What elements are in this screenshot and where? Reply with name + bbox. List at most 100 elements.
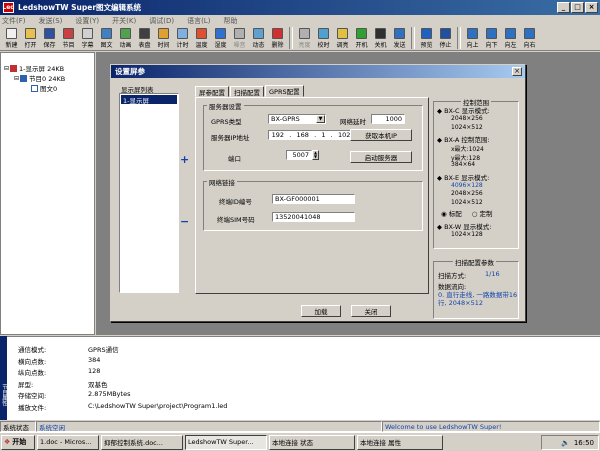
toolbar-button-28[interactable]: 向左: [501, 27, 520, 50]
get-local-ip-button[interactable]: 获取本机IP: [350, 129, 412, 141]
port-input[interactable]: 5007: [286, 150, 312, 160]
toolbar-button-11[interactable]: 湿度: [211, 27, 230, 50]
server-ip-label: 服务器IP地址: [211, 134, 250, 142]
toolbar-button-20[interactable]: 关机: [371, 27, 390, 50]
main-window: Led LedshowTW Super图文编辑系统 _ □ × 文件(F) 发送(…: [0, 0, 600, 451]
start-server-button[interactable]: 启动服务器: [350, 151, 412, 163]
task-network-props[interactable]: 本地连接 属性: [357, 434, 443, 450]
delete-icon: [272, 28, 283, 39]
chevron-down-icon[interactable]: ▼: [316, 115, 325, 123]
minimize-button[interactable]: _: [557, 2, 570, 13]
toolbar-button-1[interactable]: 打开: [21, 27, 40, 50]
power-off-icon: [375, 28, 386, 39]
property-label: 横向点数:: [18, 357, 47, 366]
toolbar-button-17[interactable]: 校时: [314, 27, 333, 50]
menu-item-4[interactable]: 调试(D): [149, 16, 174, 26]
toolbar-button-23[interactable]: 预览: [417, 27, 436, 50]
tab-scan-config[interactable]: 扫描配置: [230, 86, 264, 97]
control-range-line: 1024×512: [451, 123, 483, 131]
screen-list-item[interactable]: 1-显示屏: [121, 95, 177, 105]
net-delay-input[interactable]: 1000: [371, 114, 405, 124]
toolbar-button-26[interactable]: 向上: [463, 27, 482, 50]
menu-item-3[interactable]: 开关(K): [112, 16, 136, 26]
toolbar-label: 字幕: [81, 42, 94, 49]
tree-item-imagetext[interactable]: 图文0: [31, 83, 57, 93]
toolbar-label: 表盘: [138, 42, 151, 49]
menu-item-6[interactable]: 帮助: [223, 16, 237, 26]
toolbar-button-5[interactable]: 图文: [97, 27, 116, 50]
menu-item-2[interactable]: 设置(Y): [75, 16, 99, 26]
dialog-close-icon[interactable]: ×: [512, 67, 522, 76]
maximize-button[interactable]: □: [571, 2, 584, 13]
program-icon: [63, 28, 74, 39]
side-tab-label: 节目属性: [1, 384, 7, 406]
gprs-type-select[interactable]: BX-GPRS ▼: [268, 114, 326, 124]
dynamic-icon: [253, 28, 264, 39]
dialog-title: 设置屏参: [111, 65, 525, 78]
control-range-line: 2048×256: [451, 115, 483, 122]
start-button[interactable]: ❖ 开始: [1, 434, 35, 450]
toolbar-button-8[interactable]: 时间: [154, 27, 173, 50]
toolbar-button-9[interactable]: 计时: [173, 27, 192, 50]
toolbar-button-21[interactable]: 发送: [390, 27, 409, 50]
dialog-close-button[interactable]: 关闭: [351, 305, 391, 317]
radio-standard[interactable]: ◉: [441, 210, 449, 218]
terminal-id-label: 终端ID编号: [219, 198, 252, 206]
window-title: LedshowTW Super图文编辑系统: [18, 3, 142, 12]
toolbar-button-10[interactable]: 温度: [192, 27, 211, 50]
tree-item-screen[interactable]: ⊟ 1-显示屏 24KB: [4, 63, 64, 73]
menu-item-1[interactable]: 发送(S): [39, 16, 63, 26]
server-ip-input[interactable]: 192. 168. 1. 102: [268, 130, 354, 140]
toolbar-button-16[interactable]: 亮度: [295, 27, 314, 50]
image-text-icon: [31, 84, 38, 92]
open-icon: [25, 28, 36, 39]
toolbar-label: 向左: [504, 42, 517, 49]
tab-gprs-config[interactable]: GPRS配置: [265, 85, 304, 97]
toolbar: 新建 打开 保存 节目 字幕 图文 动画 表盘 时间 计时 温度 湿度 噪音 动态 删除 亮度 校时 调亮 开机 关机…: [0, 27, 600, 51]
load-button[interactable]: 加载: [301, 305, 341, 317]
toolbar-label: 计时: [176, 42, 189, 49]
port-label: 端口: [228, 155, 241, 163]
toolbar-button-13[interactable]: 动态: [249, 27, 268, 50]
control-range-head: ◆ BX-A 控制范围:: [437, 136, 490, 144]
toolbar-button-2[interactable]: 保存: [40, 27, 59, 50]
toolbar-button-3[interactable]: 节目: [59, 27, 78, 50]
menu-item-0[interactable]: 文件(F): [2, 16, 26, 26]
task-network-status[interactable]: 本地连接 状态: [269, 434, 355, 450]
remove-screen-button[interactable]: −: [180, 215, 189, 228]
toolbar-button-14[interactable]: 删除: [268, 27, 287, 50]
terminal-id-input[interactable]: BX-GF000001: [272, 194, 355, 204]
toolbar-label: 向下: [485, 42, 498, 49]
task-word-doc[interactable]: 1.doc - Micros...: [37, 434, 99, 450]
task-ledshow[interactable]: LedshowTW Super...: [185, 434, 267, 450]
dim-icon: [337, 28, 348, 39]
toolbar-button-6[interactable]: 动画: [116, 27, 135, 50]
sim-number-input[interactable]: 13520041048: [272, 212, 355, 222]
speaker-icon[interactable]: 🔈: [561, 439, 570, 447]
toolbar-button-27[interactable]: 向下: [482, 27, 501, 50]
ip-octet-1: 192: [271, 131, 285, 139]
task-control-doc[interactable]: 抑郁控制系统.doc...: [101, 434, 183, 450]
property-label: 屏型:: [18, 380, 34, 389]
toolbar-button-7[interactable]: 表盘: [135, 27, 154, 50]
toolbar-button-19[interactable]: 开机: [352, 27, 371, 50]
toolbar-label: 时间: [157, 42, 170, 49]
tab-screen-config[interactable]: 屏参配置: [195, 86, 229, 97]
close-button[interactable]: ×: [585, 2, 598, 13]
toolbar-button-24[interactable]: 停止: [436, 27, 455, 50]
toolbar-button-12[interactable]: 噪音: [230, 27, 249, 50]
image-text-icon: [101, 28, 112, 39]
system-tray: 🔈 16:50: [541, 435, 599, 450]
menu-item-5[interactable]: 语言(L): [187, 16, 210, 26]
add-screen-button[interactable]: +: [180, 153, 189, 166]
tree-item-program[interactable]: ⊟ 节目0 24KB: [14, 73, 65, 83]
tree-label-program: 节目0 24KB: [29, 75, 66, 83]
data-flow-label: 数据流向:: [438, 283, 467, 291]
port-spinner[interactable]: ▲ ▼: [312, 150, 319, 160]
left-icon: [505, 28, 516, 39]
toolbar-button-18[interactable]: 调亮: [333, 27, 352, 50]
toolbar-button-29[interactable]: 向右: [520, 27, 539, 50]
toolbar-button-0[interactable]: 新建: [2, 27, 21, 50]
toolbar-button-4[interactable]: 字幕: [78, 27, 97, 50]
radio-custom[interactable]: ○: [472, 210, 480, 218]
